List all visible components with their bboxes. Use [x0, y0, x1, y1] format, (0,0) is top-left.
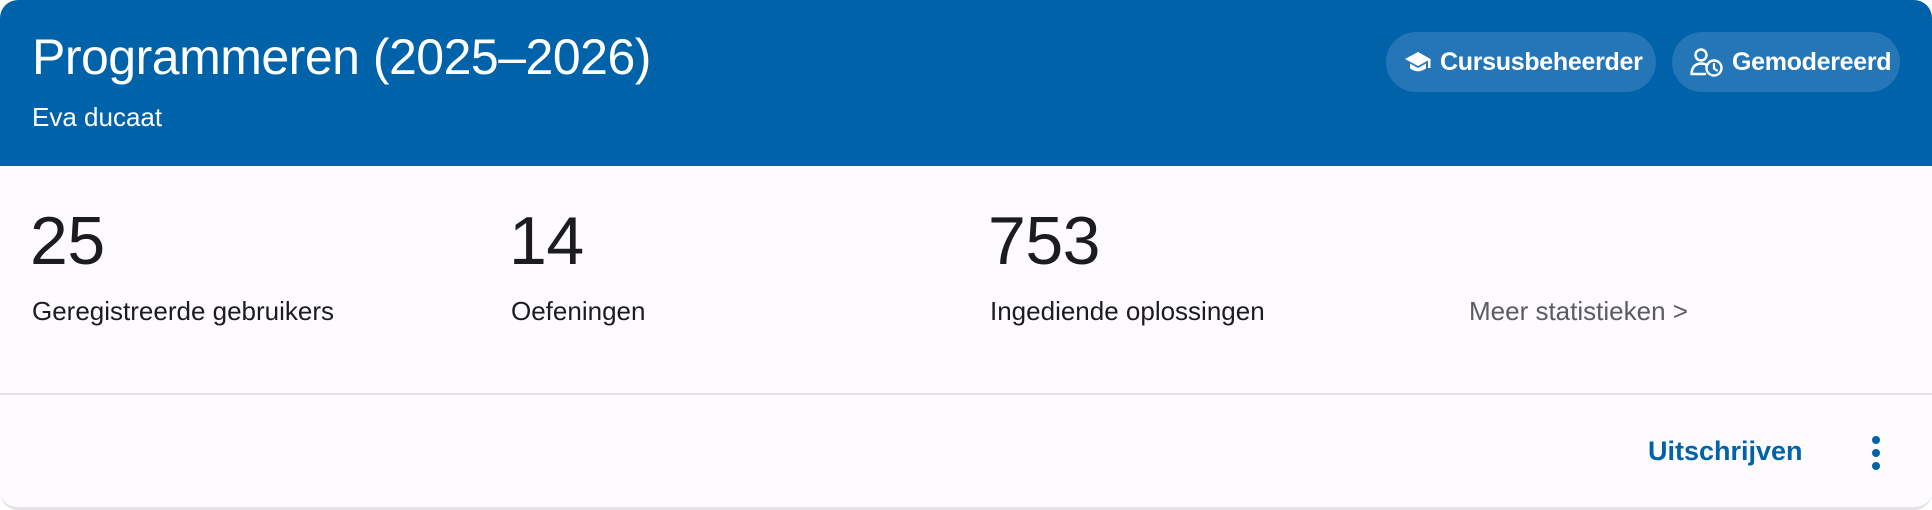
unsubscribe-button[interactable]: Uitschrijven [1648, 436, 1803, 467]
submissions-label: Ingediende oplossingen [990, 296, 1265, 326]
course-header: Programmeren (2025–2026) Eva ducaat Curs… [0, 0, 1932, 166]
course-admin-label: Cursusbeheerder [1440, 47, 1643, 76]
course-teacher: Eva ducaat [32, 102, 163, 132]
moderated-label: Gemodereerd [1732, 47, 1892, 76]
registered-users-label: Geregistreerde gebruikers [32, 296, 335, 326]
course-card: Programmeren (2025–2026) Eva ducaat Curs… [0, 0, 1932, 510]
more-statistics-link[interactable]: Meer statistieken > [1469, 296, 1688, 327]
submissions-count: 753 [988, 203, 1100, 279]
exercises-count: 14 [509, 203, 584, 279]
graduation-cap-icon [1405, 52, 1431, 72]
user-clock-icon [1690, 48, 1723, 77]
registered-users-count: 25 [30, 203, 105, 279]
course-admin-badge: Cursusbeheerder [1386, 32, 1656, 92]
more-vert-icon [1872, 436, 1880, 470]
moderated-badge: Gemodereerd [1672, 32, 1900, 92]
card-divider [0, 393, 1932, 395]
more-options-button[interactable] [1856, 428, 1896, 478]
course-title[interactable]: Programmeren (2025–2026) [32, 28, 651, 86]
exercises-label: Oefeningen [511, 296, 646, 326]
